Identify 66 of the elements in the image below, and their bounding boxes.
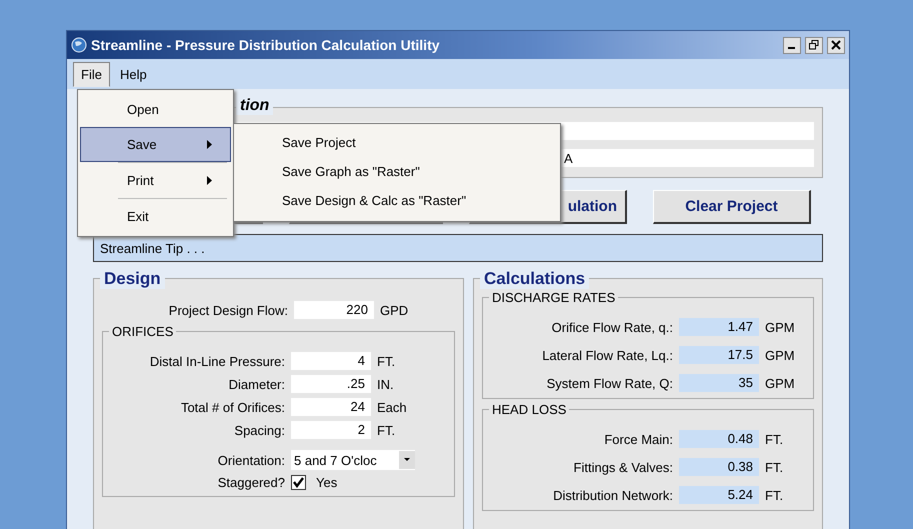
menu-item[interactable]: Help (112, 62, 155, 86)
input-field[interactable]: 24 (291, 398, 371, 416)
restore-button[interactable] (805, 36, 823, 54)
menu-item[interactable]: Save (80, 127, 231, 162)
field-value: A (564, 150, 573, 166)
unit-label: FT. (765, 488, 784, 502)
field-label: Total # of Orifices: (180, 400, 285, 414)
orientation-dropdown[interactable]: 5 and 7 O'cloc (291, 450, 415, 470)
window-title: Streamline - Pressure Distribution Calculation Utility (91, 37, 441, 53)
result-field: 5.24 (679, 486, 759, 504)
field-label: Force Main: (603, 432, 673, 446)
result-field: 0.38 (679, 458, 759, 476)
group-title: DISCHARGE RATES (489, 290, 618, 305)
minimize-button[interactable] (783, 36, 801, 54)
unit-label: FT. (765, 460, 784, 474)
restore-icon (809, 40, 819, 50)
checkbox-label: Yes (316, 475, 338, 490)
submenu-arrow-icon (207, 176, 212, 185)
group-title: ORIFICES (109, 324, 176, 339)
input-field[interactable]: 2 (291, 421, 371, 439)
checkbox[interactable] (291, 475, 306, 490)
input-field[interactable]: 220 (294, 301, 374, 319)
field-label: Orifice Flow Rate, q.: (550, 320, 673, 334)
result-field: 17.5 (679, 346, 759, 364)
close-icon (831, 40, 841, 50)
submenu-arrow-icon (207, 140, 212, 149)
menu-item[interactable]: File (73, 62, 110, 86)
unit-label: GPM (765, 348, 796, 362)
result-field: 1.47 (679, 318, 759, 336)
result-field: 35 (679, 374, 759, 392)
unit-label: FT. (377, 422, 396, 438)
action-button[interactable]: Clear Project (653, 190, 811, 224)
unit-label: GPD (380, 302, 410, 318)
menu-item[interactable]: Exit (80, 199, 231, 234)
group-title: HEAD LOSS (489, 402, 570, 417)
field-label: Distribution Network: (552, 488, 673, 502)
field-label: Distal In-Line Pressure: (148, 354, 285, 368)
unit-label: FT. (377, 354, 396, 368)
field-label: Diameter: (228, 376, 285, 392)
field-label: Project Design Flow: (168, 302, 288, 318)
unit-label: IN. (377, 376, 395, 392)
menu-item[interactable]: Save Design & Calc as "Raster" (234, 186, 560, 215)
menu-item[interactable]: Save Graph as "Raster" (234, 157, 560, 186)
field-label: Staggered? (216, 475, 285, 490)
field-label: Spacing: (233, 422, 285, 438)
menu-item[interactable]: Save Project (234, 128, 560, 157)
field-label: Lateral Flow Rate, Lq.: (541, 348, 673, 362)
unit-label: Each (377, 400, 408, 414)
panel-title: Calculations (480, 269, 590, 289)
field-label: Orientation: (216, 452, 285, 468)
menu-item[interactable]: Open (80, 92, 231, 127)
unit-label: GPM (765, 376, 796, 390)
field-label: System Flow Rate, Q: (546, 376, 673, 390)
input-field[interactable]: .25 (291, 375, 371, 393)
group-title: tion (236, 97, 274, 115)
tip-bar: Streamline Tip . . . (93, 234, 823, 262)
close-button[interactable] (827, 36, 845, 54)
input-field[interactable]: 4 (291, 352, 371, 370)
caret-icon (399, 451, 415, 469)
panel-title: Design (100, 269, 165, 289)
field-label: Fittings & Valves: (572, 460, 673, 474)
globe-icon (71, 37, 87, 53)
unit-label: FT. (765, 432, 784, 446)
result-field: 0.48 (679, 430, 759, 448)
menu-item[interactable]: Print (80, 163, 231, 198)
unit-label: GPM (765, 320, 796, 334)
